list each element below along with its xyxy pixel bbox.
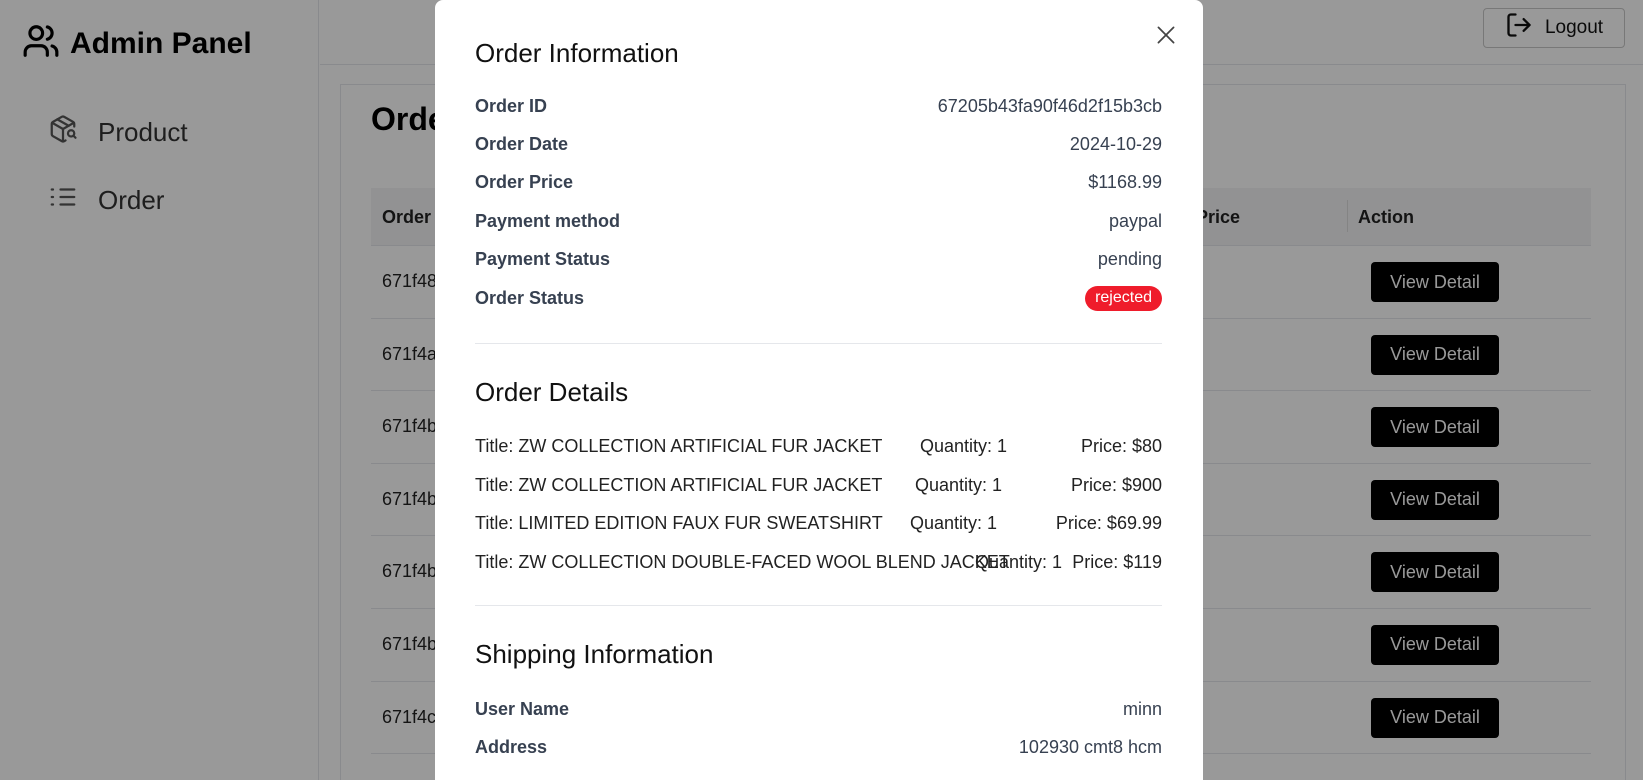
field-value: minn [1122, 699, 1162, 719]
list-item: Title: ZW COLLECTION DOUBLE-FACED WOOL B… [475, 552, 1162, 578]
list-item: Title: LIMITED EDITION FAUX FUR SWEATSHI… [475, 513, 1162, 539]
order-detail-modal: Order Information Order ID 67205b43fa90f… [435, 0, 1203, 780]
item-title: Title: ZW COLLECTION ARTIFICIAL FUR JACK… [475, 475, 883, 495]
field-value: pending [1097, 249, 1162, 269]
item-price: Price: $69.99 [1055, 513, 1162, 533]
field-label: Payment method [475, 211, 621, 231]
list-item: Title: ZW COLLECTION ARTIFICIAL FUR JACK… [475, 436, 1162, 462]
payment-status-row: Payment Status pending [475, 249, 1162, 275]
divider [475, 605, 1162, 606]
user-name-row: User Name minn [475, 699, 1162, 725]
order-details-title: Order Details [475, 377, 629, 407]
list-item: Title: ZW COLLECTION ARTIFICIAL FUR JACK… [475, 475, 1162, 501]
field-label: Order Date [475, 134, 569, 154]
payment-method-row: Payment method paypal [475, 211, 1162, 237]
status-badge: rejected [1085, 286, 1162, 311]
item-title: Title: LIMITED EDITION FAUX FUR SWEATSHI… [475, 513, 883, 533]
order-status-row: Order Status rejected [475, 286, 1162, 314]
item-quantity: Quantity: 1 [920, 436, 1008, 456]
field-label: Order ID [475, 96, 548, 116]
field-value: 102930 cmt8 hcm [1018, 737, 1162, 757]
field-value: 67205b43fa90f46d2f15b3cb [937, 96, 1162, 116]
field-value: $1168.99 [1088, 172, 1162, 192]
order-id-row: Order ID 67205b43fa90f46d2f15b3cb [475, 96, 1162, 122]
divider [475, 343, 1162, 344]
item-quantity: Quantity: 1 [910, 513, 998, 533]
close-icon [1153, 26, 1179, 51]
order-price-row: Order Price $1168.99 [475, 172, 1162, 198]
item-price: Price: $80 [1080, 436, 1162, 456]
address-row: Address 102930 cmt8 hcm [475, 737, 1162, 763]
shipping-information-title: Shipping Information [475, 639, 714, 669]
item-quantity: Quantity: 1 [915, 475, 1003, 495]
order-date-row: Order Date 2024-10-29 [475, 134, 1162, 160]
item-title: Title: ZW COLLECTION DOUBLE-FACED WOOL B… [475, 552, 1010, 572]
item-quantity: Quantity: 1 [975, 552, 1063, 572]
field-label: User Name [475, 699, 570, 719]
close-button[interactable] [1153, 22, 1179, 48]
order-information-title: Order Information [475, 38, 679, 68]
field-value: 2024-10-29 [1069, 134, 1162, 154]
field-label: Order Status [475, 288, 585, 308]
field-label: Order Price [475, 172, 574, 192]
item-title: Title: ZW COLLECTION ARTIFICIAL FUR JACK… [475, 436, 883, 456]
field-label: Payment Status [475, 249, 611, 269]
field-label: Address [475, 737, 548, 757]
field-value: paypal [1108, 211, 1162, 231]
item-price: Price: $900 [1070, 475, 1162, 495]
item-price: Price: $119 [1072, 552, 1162, 572]
